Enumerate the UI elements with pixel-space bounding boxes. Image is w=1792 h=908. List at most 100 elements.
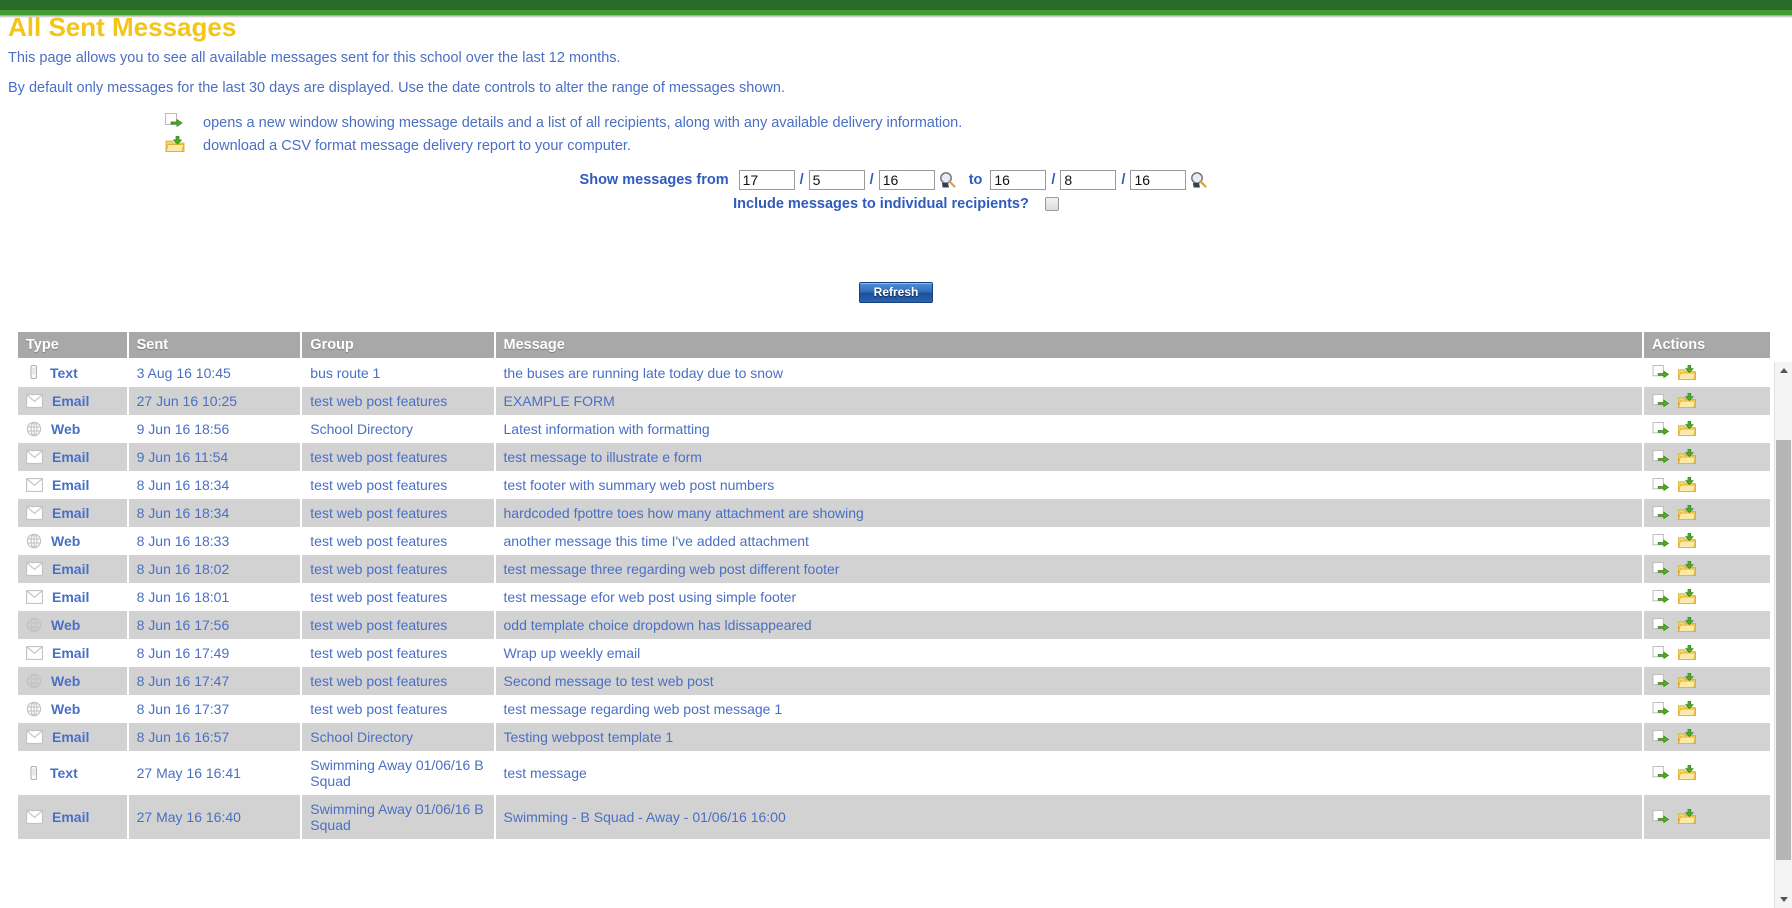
table-row[interactable]: Email 8 Jun 16 18:34 test web post feature… <box>18 499 1770 527</box>
open-window-icon[interactable] <box>1652 505 1670 521</box>
open-window-icon[interactable] <box>1652 729 1670 745</box>
cell-sent: 8 Jun 16 18:01 <box>127 583 303 611</box>
cell-sent: 27 May 16 16:41 <box>127 751 303 795</box>
cell-message: odd template choice dropdown has ldissap… <box>494 611 1644 639</box>
download-folder-icon[interactable] <box>1677 364 1697 381</box>
to-year-input[interactable] <box>1130 170 1187 190</box>
calendar-picker-icon[interactable] <box>938 171 958 189</box>
table-row[interactable]: Web 8 Jun 16 17:56 test web post features o… <box>18 611 1770 639</box>
cell-actions <box>1642 667 1770 695</box>
table-row[interactable]: Email 9 Jun 16 11:54 test web post feature… <box>18 443 1770 471</box>
download-folder-icon[interactable] <box>1677 809 1697 825</box>
table-scrollbar[interactable] <box>1774 362 1792 908</box>
sent-messages-table: Type Sent Group Message Actions Text 3 Au… <box>18 332 1770 839</box>
table-row[interactable]: Web 8 Jun 16 17:47 test web post features S… <box>18 667 1770 695</box>
cell-message: Latest information with formatting <box>494 415 1644 443</box>
open-window-icon[interactable] <box>1652 589 1670 605</box>
open-window-icon[interactable] <box>1652 421 1670 437</box>
download-folder-icon[interactable] <box>1677 449 1697 465</box>
column-header-type[interactable]: Type <box>18 332 129 358</box>
column-header-group[interactable]: Group <box>301 332 496 358</box>
from-year-input[interactable] <box>878 170 935 190</box>
legend: opens a new window showing message detai… <box>165 112 962 158</box>
table-row[interactable]: Email 27 Jun 16 10:25 test web post featur… <box>18 387 1770 415</box>
table-row[interactable]: Email 8 Jun 16 18:02 test web post feature… <box>18 555 1770 583</box>
download-folder-icon[interactable] <box>1677 477 1697 493</box>
download-folder-icon[interactable] <box>1677 589 1697 605</box>
message-type-label: Email <box>52 561 90 577</box>
envelope-icon <box>26 646 43 660</box>
table-row[interactable]: Email 8 Jun 16 18:01 test web post feature… <box>18 583 1770 611</box>
open-window-icon[interactable] <box>1652 673 1670 689</box>
cell-message: the buses are running late today due to … <box>494 358 1644 387</box>
message-type-label: Email <box>52 393 90 409</box>
cell-actions <box>1642 795 1770 839</box>
download-folder-icon[interactable] <box>1677 505 1697 521</box>
table-row[interactable]: Email 8 Jun 16 18:34 test web post feature… <box>18 471 1770 499</box>
open-window-icon[interactable] <box>1652 561 1670 577</box>
date-separator: / <box>1121 172 1126 188</box>
table-row[interactable]: Web 8 Jun 16 17:37 test web post features t… <box>18 695 1770 723</box>
download-folder-icon[interactable] <box>1677 533 1697 549</box>
cell-sent: 8 Jun 16 18:34 <box>127 471 303 499</box>
open-window-icon[interactable] <box>1652 617 1670 633</box>
refresh-button-container: Refresh <box>0 282 1792 303</box>
open-window-icon[interactable] <box>1652 449 1670 465</box>
refresh-button[interactable]: Refresh <box>858 282 934 303</box>
open-window-icon[interactable] <box>1652 809 1670 825</box>
scrollbar-thumb[interactable] <box>1776 440 1791 860</box>
download-folder-icon[interactable] <box>1677 561 1697 577</box>
download-folder-icon[interactable] <box>1677 617 1697 633</box>
table-row[interactable]: Email 8 Jun 16 16:57 School Directory Testi… <box>18 723 1770 751</box>
open-window-icon[interactable] <box>1652 477 1670 493</box>
calendar-picker-icon[interactable] <box>1189 171 1209 189</box>
open-window-icon[interactable] <box>1652 765 1670 781</box>
cell-actions <box>1642 751 1770 795</box>
open-window-icon[interactable] <box>1652 393 1670 409</box>
cell-message: test message regarding web post message … <box>494 695 1644 723</box>
table-row[interactable]: Email 27 May 16 16:40 Swimming Away 01/06/… <box>18 795 1770 839</box>
cell-type: Web <box>18 667 129 695</box>
cell-sent: 9 Jun 16 11:54 <box>127 443 303 471</box>
column-header-message[interactable]: Message <box>494 332 1644 358</box>
scroll-down-arrow-icon[interactable] <box>1775 891 1792 908</box>
cell-message: test message to illustrate e form <box>494 443 1644 471</box>
date-separator: / <box>1051 172 1056 188</box>
globe-icon <box>26 421 42 437</box>
download-folder-icon[interactable] <box>1677 765 1697 781</box>
from-month-input[interactable] <box>808 170 865 190</box>
download-folder-icon[interactable] <box>1677 393 1697 409</box>
column-header-sent[interactable]: Sent <box>127 332 303 358</box>
cell-type: Email <box>18 387 129 415</box>
column-header-actions[interactable]: Actions <box>1642 332 1770 358</box>
table-row[interactable]: Web 9 Jun 16 18:56 School Directory Latest … <box>18 415 1770 443</box>
table-row[interactable]: Text 3 Aug 16 10:45 bus route 1 the buses a… <box>18 358 1770 387</box>
scroll-up-arrow-icon[interactable] <box>1775 362 1792 379</box>
table-row[interactable]: Text 27 May 16 16:41 Swimming Away 01/06/1… <box>18 751 1770 795</box>
cell-group: test web post features <box>301 583 496 611</box>
download-folder-icon[interactable] <box>1677 701 1697 717</box>
open-window-icon[interactable] <box>1652 701 1670 717</box>
download-folder-icon[interactable] <box>1677 729 1697 745</box>
download-folder-icon[interactable] <box>1677 645 1697 661</box>
open-window-icon <box>165 113 189 133</box>
cell-type: Email <box>18 723 129 751</box>
open-window-icon[interactable] <box>1652 645 1670 661</box>
cell-actions <box>1642 583 1770 611</box>
download-folder-icon[interactable] <box>1677 421 1697 437</box>
from-day-input[interactable] <box>738 170 795 190</box>
download-folder-icon[interactable] <box>1677 673 1697 689</box>
cell-actions <box>1642 499 1770 527</box>
cell-sent: 8 Jun 16 17:37 <box>127 695 303 723</box>
to-day-input[interactable] <box>990 170 1047 190</box>
legend-item-open-label: opens a new window showing message detai… <box>203 115 963 131</box>
open-window-icon[interactable] <box>1652 365 1670 380</box>
include-individual-checkbox[interactable] <box>1044 197 1059 211</box>
cell-group: test web post features <box>301 667 496 695</box>
envelope-icon <box>26 562 43 576</box>
to-month-input[interactable] <box>1060 170 1117 190</box>
include-individual-label: Include messages to individual recipient… <box>733 196 1029 212</box>
table-row[interactable]: Web 8 Jun 16 18:33 test web post features a… <box>18 527 1770 555</box>
table-row[interactable]: Email 8 Jun 16 17:49 test web post feature… <box>18 639 1770 667</box>
open-window-icon[interactable] <box>1652 533 1670 549</box>
